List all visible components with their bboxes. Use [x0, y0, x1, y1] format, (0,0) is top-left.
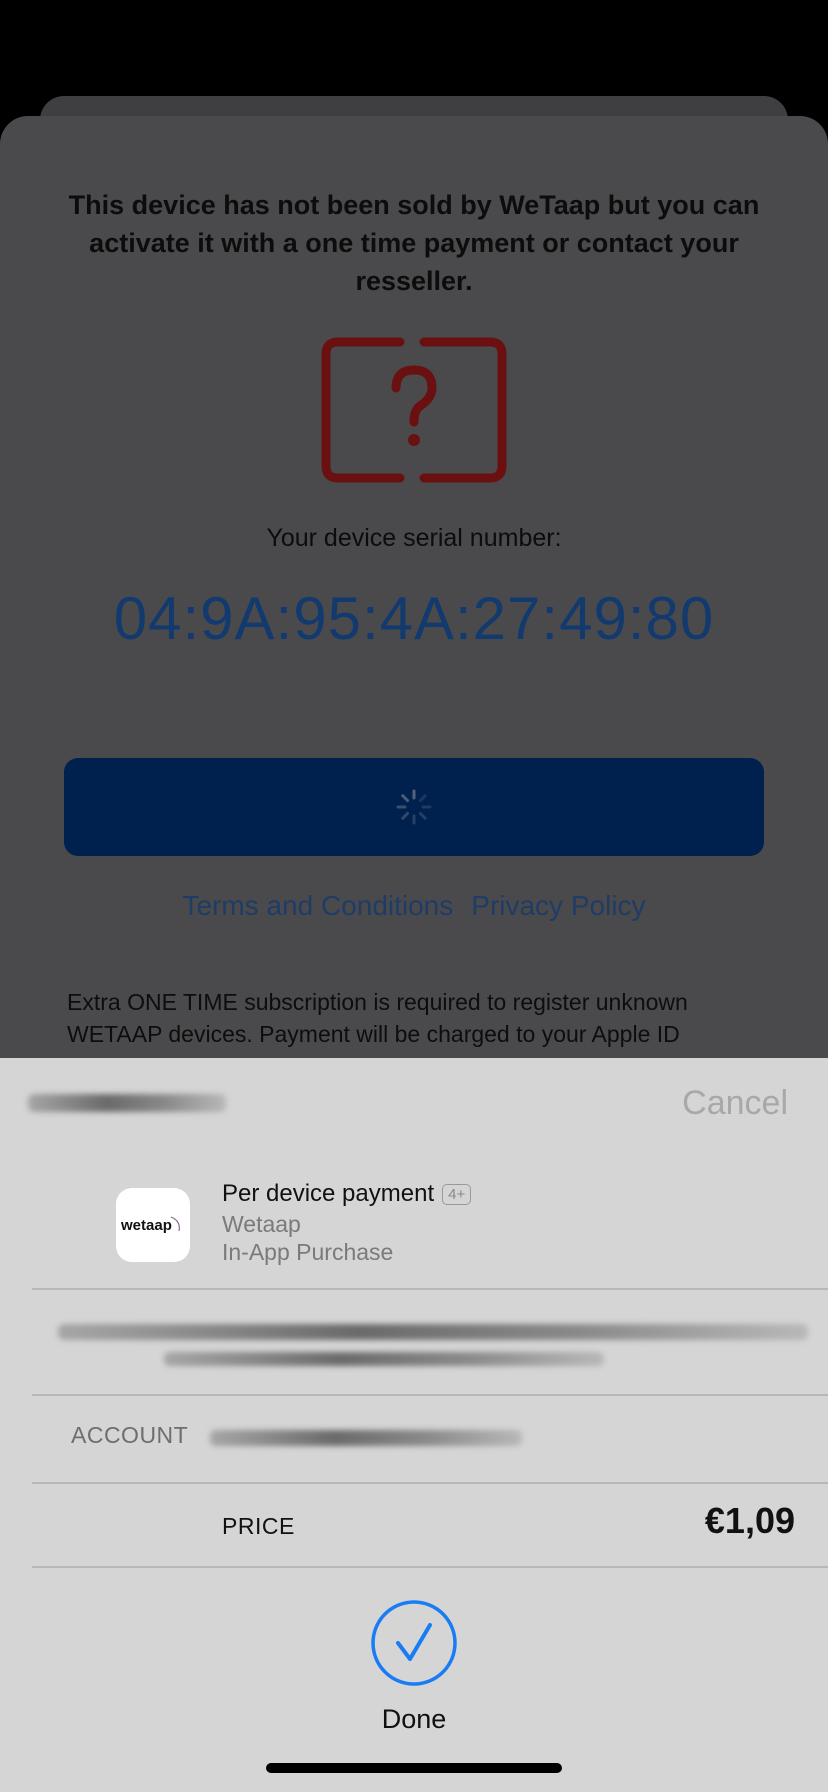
- app-icon: wetaap: [116, 1188, 190, 1262]
- checkmark-circle-icon: [371, 1600, 457, 1686]
- redacted-account-value: [210, 1430, 522, 1446]
- divider: [32, 1288, 828, 1290]
- privacy-link[interactable]: Privacy Policy: [471, 890, 645, 922]
- product-name: Per device payment: [222, 1180, 435, 1207]
- divider: [32, 1482, 828, 1484]
- redacted-description-line-2: [164, 1352, 604, 1366]
- subscription-footer-text: Extra ONE TIME subscription is required …: [67, 989, 688, 1047]
- divider: [32, 1566, 828, 1568]
- age-rating-badge: 4+: [442, 1183, 472, 1205]
- home-indicator[interactable]: [266, 1763, 562, 1773]
- serial-number-value: 04:9A:95:4A:27:49:80: [113, 585, 715, 652]
- spinner-icon: [396, 789, 432, 825]
- wetaap-logo: wetaap: [120, 1216, 180, 1234]
- svg-text:wetaap: wetaap: [120, 1217, 172, 1234]
- redacted-description-line-1: [58, 1324, 808, 1340]
- terms-link[interactable]: Terms and Conditions: [182, 890, 453, 922]
- activate-button[interactable]: [64, 758, 764, 856]
- product-title: Per device payment 4+: [222, 1180, 472, 1208]
- cancel-button[interactable]: Cancel: [682, 1084, 788, 1123]
- price-value: €1,09: [704, 1500, 795, 1541]
- redacted-store-title: [28, 1094, 226, 1112]
- question-mark-frame-icon: [321, 337, 507, 483]
- serial-number-label: Your device serial number:: [266, 524, 562, 552]
- done-label: Done: [381, 1704, 447, 1734]
- product-vendor: Wetaap: [222, 1211, 301, 1237]
- account-label: ACCOUNT: [71, 1422, 189, 1448]
- payment-sheet: Cancel wetaap Per device payment 4+ Weta…: [0, 1058, 828, 1792]
- divider: [32, 1394, 828, 1396]
- legal-links: Terms and Conditions Privacy Policy: [0, 890, 828, 922]
- activation-message: This device has not been sold by WeTaap …: [68, 190, 760, 296]
- product-type: In-App Purchase: [222, 1239, 394, 1265]
- price-label: PRICE: [222, 1513, 295, 1539]
